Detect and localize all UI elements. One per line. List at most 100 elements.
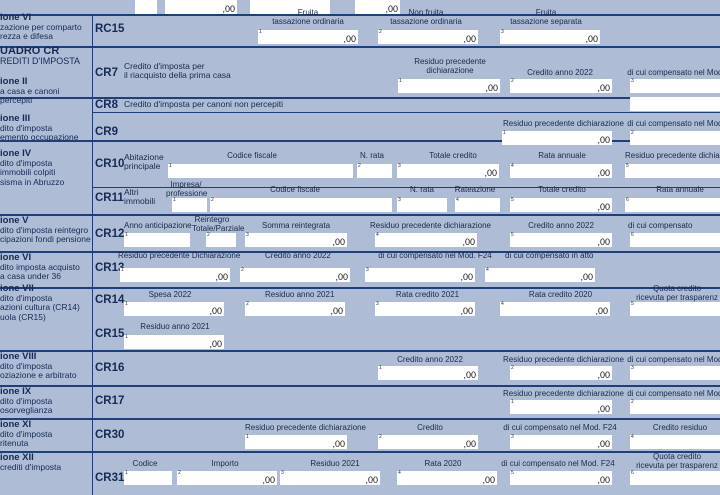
field-label: Impresa/professione <box>166 180 208 198</box>
amount-field[interactable]: 6 <box>630 232 720 247</box>
field-value: ,00 <box>332 237 345 247</box>
amount-field[interactable]: 3,00 <box>365 267 475 282</box>
amount-field[interactable]: 3,00 <box>397 163 499 178</box>
amount-field[interactable]: 5 <box>625 163 720 178</box>
amount-field[interactable]: 3,00 <box>510 434 612 449</box>
amount-field[interactable]: 1,00 <box>124 301 224 316</box>
row-code-rc15: RC15 <box>95 23 125 35</box>
field-number: 4 <box>398 470 401 476</box>
amount-field[interactable]: 1 <box>172 197 207 212</box>
field-value: ,00 <box>597 475 610 485</box>
amount-field[interactable]: 6 <box>630 470 720 485</box>
amount-field[interactable]: 1,00 <box>120 267 230 282</box>
amount-field[interactable]: 3,00 <box>245 232 347 247</box>
amount-field[interactable]: 5,00 <box>510 232 612 247</box>
amount-field[interactable]: 3,00 <box>500 29 600 44</box>
amount-field[interactable]: 1,00 <box>124 334 224 349</box>
amount-field[interactable]: 2 <box>206 232 236 247</box>
row-code-cr11: CR11 <box>95 192 124 204</box>
amount-field[interactable]: 2 <box>630 130 720 145</box>
amount-field[interactable]: 2,00 <box>245 301 345 316</box>
amount-field[interactable]: 2,00 <box>177 470 277 485</box>
field-value: ,00 <box>485 83 498 93</box>
field-value: ,00 <box>332 439 345 449</box>
amount-field[interactable]: 3,00 <box>280 470 380 485</box>
amount-field[interactable]: 1,00 <box>258 29 358 44</box>
section-title-line: cipazioni fondi pensione <box>0 234 91 244</box>
amount-field[interactable]: 2,00 <box>240 267 350 282</box>
section-title: ione IX dito d'imposta osorveglianza <box>0 387 52 416</box>
field-value: ,00 <box>597 404 610 414</box>
amount-field[interactable]: 4,00 <box>510 163 612 178</box>
amount-field[interactable]: 6 <box>625 197 720 212</box>
field-label: Somma reintegrata <box>262 221 331 230</box>
amount-field[interactable]: 1 <box>124 232 190 247</box>
amount-field[interactable]: 2 <box>630 399 720 414</box>
field-number: 2 <box>358 163 361 169</box>
row-code-cr15: CR15 <box>95 328 125 340</box>
field-number: 2 <box>511 78 514 84</box>
amount-field[interactable]: 2,00 <box>510 365 612 380</box>
field-number: 6 <box>626 197 629 203</box>
row-description: Credito d'imposta per il riacquisto della… <box>124 61 231 80</box>
amount-field[interactable]: 1,00 <box>398 78 500 93</box>
amount-field[interactable]: 1,00 <box>378 365 478 380</box>
amount-field[interactable]: 4 <box>630 434 720 449</box>
amount-field[interactable]: 4,00 <box>500 301 610 316</box>
field-label: Quota credito ricevuta per trasparenz <box>636 284 718 302</box>
field-number: 4 <box>501 301 504 307</box>
amount-field[interactable]: 3,00 <box>375 301 475 316</box>
top-field[interactable] <box>135 0 157 14</box>
amount-field[interactable]: 2 <box>210 197 392 212</box>
section-title-line: emento occupazione <box>0 132 79 142</box>
field-number: 1 <box>125 232 128 238</box>
row-code-cr9: CR9 <box>95 126 119 138</box>
section-rule <box>0 251 720 253</box>
field-label: N. rata <box>360 151 385 160</box>
amount-field[interactable]: 2,00 <box>510 78 612 93</box>
row-code-cr7: CR7 <box>95 67 119 79</box>
field-number: 4 <box>511 163 514 169</box>
top-field[interactable]: ,00 <box>165 0 237 14</box>
amount-field[interactable]: 2,00 <box>378 29 478 44</box>
field-label: Credito anno 2022 <box>528 221 594 230</box>
amount-field[interactable]: 4,00 <box>375 232 477 247</box>
section-title-line: rezza e difesa <box>0 31 53 41</box>
field-label: N. rata <box>410 185 435 194</box>
amount-field[interactable]: 1,00 <box>510 399 612 414</box>
amount-field[interactable]: 1 <box>168 163 353 178</box>
field-value: ,00 <box>597 168 610 178</box>
amount-field[interactable]: 3 <box>397 197 447 212</box>
field-value: ,00 <box>330 306 343 316</box>
amount-field[interactable]: 5 <box>630 301 720 316</box>
amount-field[interactable]: 1,00 <box>245 434 347 449</box>
section-title: ione VI zazione per comparto rezza e difes… <box>0 13 82 42</box>
amount-field[interactable]: 5,00 <box>510 197 612 212</box>
row-code-cr8: CR8 <box>95 99 119 111</box>
field-label: Reintegro Totale/Parziale <box>192 215 245 233</box>
amount-field[interactable]: 4,00 <box>397 470 497 485</box>
amount-field[interactable]: 2,00 <box>378 434 478 449</box>
field-value: ,00 <box>365 475 378 485</box>
amount-field[interactable]: 3 <box>630 365 720 380</box>
section-title-line: crediti d'imposta <box>0 461 62 472</box>
amount-field[interactable] <box>630 97 720 111</box>
amount-field[interactable]: 1,00 <box>502 130 612 145</box>
section-title: ione Vdito d'imposta reintegro cipazioni … <box>0 216 91 245</box>
field-label: Fruita tassazione separata <box>510 8 582 26</box>
amount-field[interactable]: 1 <box>124 470 172 485</box>
amount-field[interactable]: 5,00 <box>510 470 612 485</box>
amount-field[interactable]: 4 <box>455 197 500 212</box>
amount-field[interactable]: 3 <box>630 78 720 93</box>
amount-field[interactable]: 4,00 <box>485 267 595 282</box>
field-value: ,00 <box>597 237 610 247</box>
row-code-cr17: CR17 <box>95 395 125 407</box>
field-number: 1 <box>125 334 128 340</box>
field-label: Credito anno 2022 <box>527 68 593 77</box>
amount-field[interactable]: 2 <box>357 163 392 178</box>
field-label: Residuo precedente dichiar <box>625 151 720 160</box>
field-label: Codice fiscale <box>270 185 320 194</box>
field-value: ,00 <box>262 475 275 485</box>
field-value: ,00 <box>597 439 610 449</box>
field-label: di cui compensato nel Mod. F24 <box>378 251 492 260</box>
